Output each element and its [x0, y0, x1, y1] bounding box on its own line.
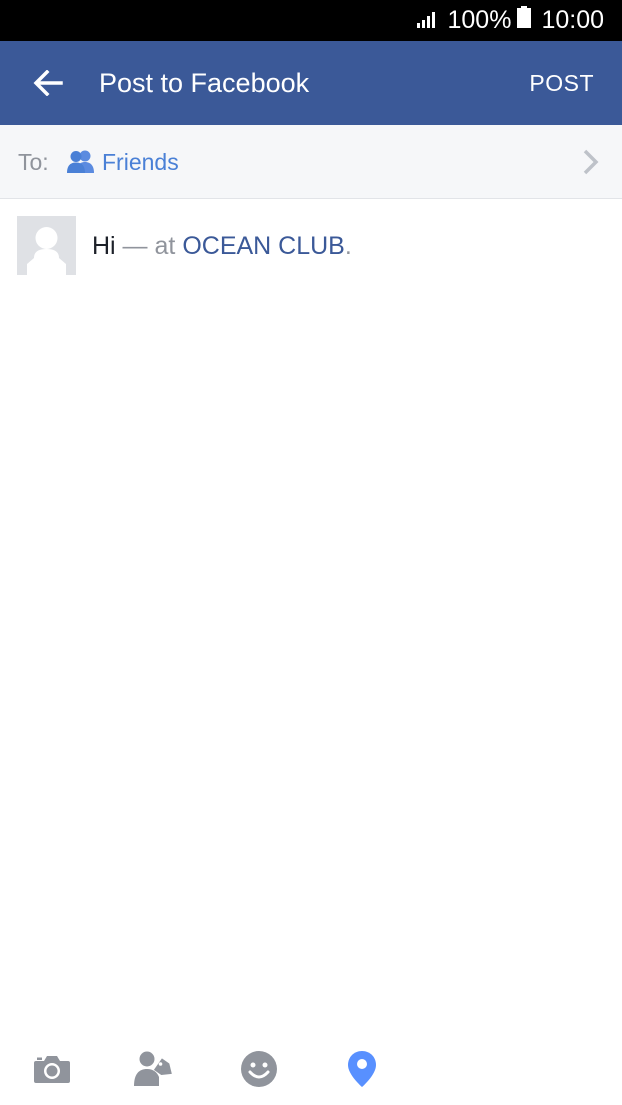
arrow-left-icon	[33, 70, 63, 96]
clock: 10:00	[541, 6, 604, 34]
add-photo-button[interactable]	[29, 1047, 75, 1091]
signal-icon	[417, 6, 439, 35]
audience-value: Friends	[102, 149, 179, 175]
audience-selector[interactable]: To: Friends	[0, 125, 622, 199]
camera-icon	[34, 1056, 70, 1083]
to-label: To:	[18, 149, 49, 175]
post-button[interactable]: POST	[529, 41, 594, 125]
app-bar: Post to Facebook POST	[0, 41, 622, 125]
check-in-button[interactable]	[339, 1047, 385, 1091]
composer-toolbar	[0, 1035, 622, 1105]
feeling-emoji-icon	[241, 1051, 277, 1087]
status-bar: 100% 10:00	[0, 0, 622, 41]
friends-icon	[66, 149, 96, 175]
default-profile-silhouette	[17, 216, 76, 275]
chevron-right-icon	[580, 147, 602, 177]
feeling-button[interactable]	[236, 1047, 282, 1091]
tag-people-icon	[134, 1051, 172, 1086]
screen: 100% 10:00 Post to Facebook POST To: Fri…	[0, 0, 622, 1105]
message-text: Hi	[92, 232, 116, 260]
battery-percent: 100%	[447, 6, 512, 34]
page-title: Post to Facebook	[99, 68, 310, 98]
tag-people-button[interactable]	[131, 1047, 177, 1091]
at-label: at	[154, 232, 183, 260]
place-link[interactable]: OCEAN CLUB	[182, 232, 345, 260]
back-button[interactable]	[28, 63, 68, 103]
suffix: .	[344, 232, 352, 260]
location-pin-icon	[348, 1051, 376, 1087]
status-composer[interactable]: Hi — at OCEAN CLUB.	[92, 226, 352, 266]
separator: —	[115, 232, 155, 260]
avatar	[17, 216, 76, 275]
battery-icon	[517, 6, 532, 35]
